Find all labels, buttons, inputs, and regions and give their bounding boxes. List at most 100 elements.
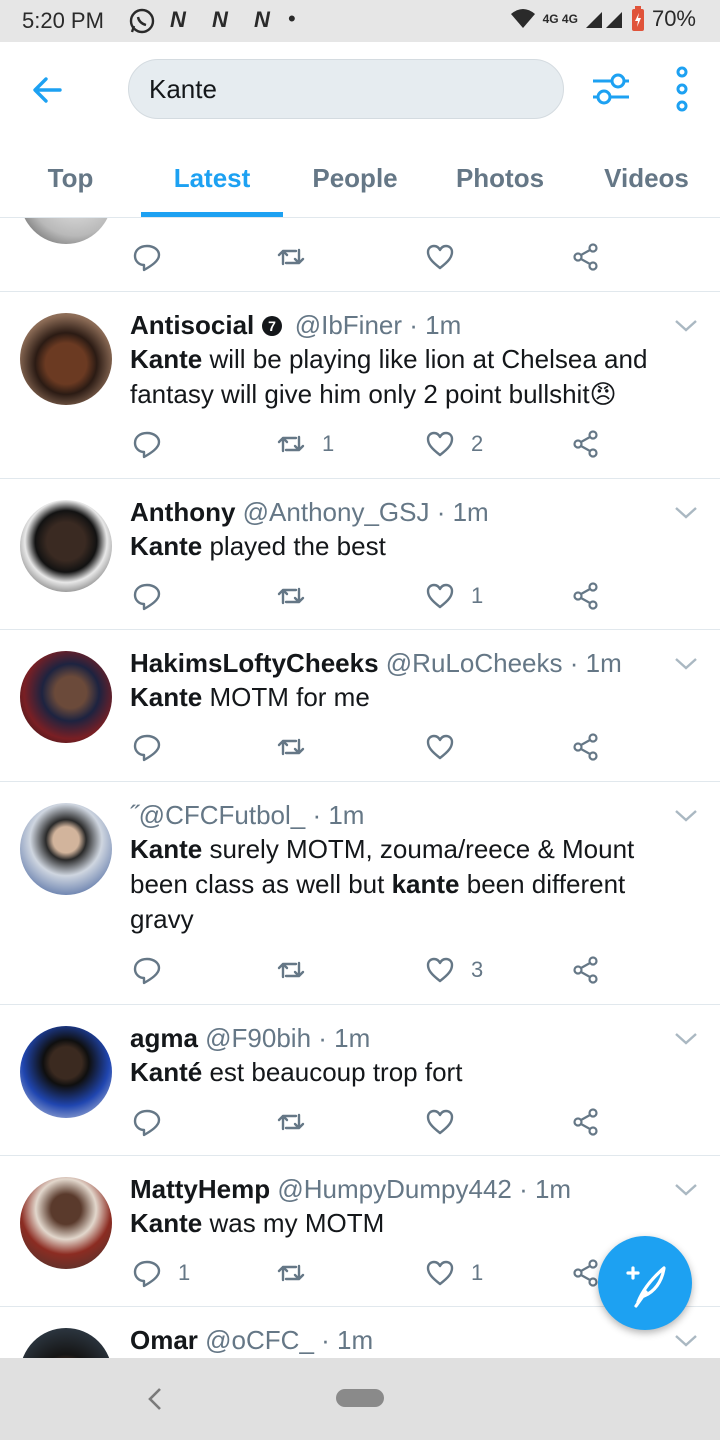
user-handle[interactable]: @IbFiner bbox=[295, 310, 402, 340]
user-handle[interactable]: @F90bih bbox=[205, 1023, 311, 1053]
tab-latest[interactable]: Latest bbox=[141, 134, 283, 218]
avatar[interactable] bbox=[20, 803, 112, 895]
tweet-time: · 1m bbox=[409, 310, 462, 340]
share-button[interactable] bbox=[571, 1104, 601, 1140]
search-header bbox=[0, 42, 720, 134]
chevron-down-icon[interactable] bbox=[673, 505, 699, 521]
like-button[interactable]: 1 bbox=[425, 578, 483, 614]
active-tab-indicator bbox=[141, 212, 283, 217]
tab-videos[interactable]: Videos bbox=[573, 134, 720, 218]
like-button[interactable]: 3 bbox=[425, 952, 483, 988]
more-options-icon[interactable] bbox=[670, 66, 694, 112]
tweet-item[interactable]: agma @F90bih · 1m Kanté est beaucoup tro… bbox=[0, 1005, 720, 1156]
tweet-actions bbox=[0, 729, 720, 765]
chevron-down-icon[interactable] bbox=[673, 808, 699, 824]
search-input[interactable] bbox=[128, 59, 564, 119]
user-handle[interactable]: @HumpyDumpy442 bbox=[277, 1174, 511, 1204]
reply-button[interactable] bbox=[132, 729, 178, 765]
reply-button[interactable] bbox=[132, 426, 178, 462]
chevron-down-icon[interactable] bbox=[673, 656, 699, 672]
tweet-text-rest: was my MOTM bbox=[202, 1208, 385, 1238]
chevron-down-icon[interactable] bbox=[673, 1182, 699, 1198]
tweet-item[interactable]: Anthony @Anthony_GSJ · 1m Kante played t… bbox=[0, 479, 720, 630]
tweet-text: Kante played the best bbox=[130, 529, 670, 564]
share-button[interactable] bbox=[571, 239, 601, 275]
search-tabs: Top Latest People Photos Videos bbox=[0, 134, 720, 218]
back-arrow-icon[interactable] bbox=[28, 70, 68, 110]
heart-icon bbox=[426, 1260, 454, 1286]
avatar[interactable] bbox=[20, 1328, 112, 1358]
tab-top[interactable]: Top bbox=[0, 134, 141, 218]
heart-icon bbox=[426, 957, 454, 983]
share-button[interactable] bbox=[571, 1255, 601, 1291]
retweet-button[interactable] bbox=[276, 729, 322, 765]
share-button[interactable] bbox=[571, 729, 601, 765]
compose-tweet-button[interactable] bbox=[598, 1236, 692, 1330]
share-icon bbox=[573, 430, 598, 458]
like-count: 3 bbox=[471, 957, 484, 982]
chevron-down-icon[interactable] bbox=[673, 1031, 699, 1047]
avatar[interactable] bbox=[20, 313, 112, 405]
tweet-time: · 1m bbox=[519, 1174, 572, 1204]
reply-icon bbox=[133, 1260, 161, 1288]
keyword-highlight: Kante bbox=[130, 531, 203, 561]
reply-button[interactable] bbox=[132, 239, 162, 275]
tweet-text: Kante surely MOTM, zouma/reece & Mount b… bbox=[130, 832, 670, 937]
tweet-feed[interactable]: Antisocial 7 @IbFiner · 1m Kante will be… bbox=[0, 218, 720, 1358]
tab-people[interactable]: People bbox=[283, 134, 427, 218]
user-name[interactable]: Antisocial bbox=[130, 310, 254, 340]
heart-icon bbox=[426, 583, 454, 609]
user-handle[interactable]: @CFCFutbol_ bbox=[139, 800, 306, 830]
tweet-text: Kante MOTM for me bbox=[130, 680, 670, 715]
tweet-time: · 1m bbox=[321, 1325, 374, 1355]
tweet-time: · 1m bbox=[569, 648, 622, 678]
user-name[interactable]: Anthony bbox=[130, 497, 235, 527]
tweet-item[interactable]: ˝@CFCFutbol_ · 1m Kante surely MOTM, zou… bbox=[0, 782, 720, 1005]
reply-button[interactable]: 1 bbox=[132, 1255, 190, 1291]
share-button[interactable] bbox=[571, 426, 601, 462]
retweet-icon bbox=[277, 435, 305, 453]
like-button[interactable]: 1 bbox=[425, 1255, 483, 1291]
retweet-button[interactable] bbox=[276, 1255, 322, 1291]
retweet-button[interactable] bbox=[276, 1104, 322, 1140]
retweet-button[interactable] bbox=[276, 578, 322, 614]
tweet-time: · 1m bbox=[312, 800, 365, 830]
tweet-item[interactable] bbox=[0, 218, 720, 292]
tweet-text: Kante was my MOTM bbox=[130, 1206, 670, 1241]
nav-back-icon[interactable] bbox=[146, 1386, 164, 1412]
tweet-header: agma @F90bih · 1m bbox=[130, 1023, 370, 1054]
tab-photos[interactable]: Photos bbox=[427, 134, 573, 218]
share-button[interactable] bbox=[571, 952, 601, 988]
reply-button[interactable] bbox=[132, 1104, 178, 1140]
like-button[interactable] bbox=[425, 239, 455, 275]
search-filter-icon[interactable] bbox=[590, 68, 632, 110]
like-button[interactable] bbox=[425, 1104, 471, 1140]
like-button[interactable]: 2 bbox=[425, 426, 483, 462]
user-name[interactable]: Omar bbox=[130, 1325, 198, 1355]
chevron-down-icon[interactable] bbox=[673, 318, 699, 334]
tweet-item[interactable]: Antisocial 7 @IbFiner · 1m Kante will be… bbox=[0, 292, 720, 479]
chevron-down-icon[interactable] bbox=[673, 1333, 699, 1349]
like-button[interactable] bbox=[425, 729, 471, 765]
tweet-item[interactable]: HakimsLoftyCheeks @RuLoCheeks · 1m Kante… bbox=[0, 630, 720, 782]
retweet-button[interactable] bbox=[276, 952, 322, 988]
reply-icon bbox=[133, 957, 161, 985]
compose-feather-icon bbox=[626, 1266, 666, 1308]
share-button[interactable] bbox=[571, 578, 601, 614]
user-handle[interactable]: @oCFC_ bbox=[205, 1325, 314, 1355]
nav-home-pill[interactable] bbox=[336, 1389, 384, 1407]
retweet-icon bbox=[277, 961, 305, 979]
user-handle[interactable]: @Anthony_GSJ bbox=[243, 497, 430, 527]
reply-button[interactable] bbox=[132, 952, 178, 988]
user-name[interactable]: MattyHemp bbox=[130, 1174, 270, 1204]
status-time: 5:20 PM bbox=[22, 8, 104, 33]
user-name[interactable]: HakimsLoftyCheeks bbox=[130, 648, 379, 678]
retweet-button[interactable] bbox=[276, 239, 306, 275]
retweet-button[interactable]: 1 bbox=[276, 426, 334, 462]
reply-icon bbox=[133, 734, 161, 762]
user-name[interactable]: ˝ bbox=[130, 800, 139, 830]
reply-button[interactable] bbox=[132, 578, 178, 614]
user-name[interactable]: agma bbox=[130, 1023, 198, 1053]
tweet-actions: 3 bbox=[0, 952, 720, 988]
user-handle[interactable]: @RuLoCheeks bbox=[386, 648, 563, 678]
